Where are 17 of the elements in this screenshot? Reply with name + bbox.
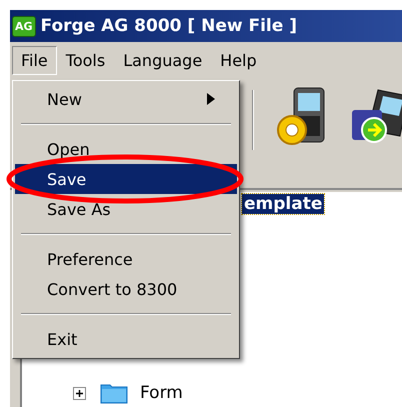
menu-bar-item[interactable]: File <box>12 46 57 74</box>
app-logo-icon: AG <box>12 16 36 36</box>
menu-bar-item[interactable]: Tools <box>56 46 114 74</box>
tree-item[interactable]: Form <box>140 383 183 403</box>
menu-item[interactable]: Save As <box>15 194 237 224</box>
tree-item[interactable]: emplate <box>242 194 324 214</box>
expand-icon[interactable] <box>73 386 86 400</box>
menu-item[interactable]: Exit <box>15 324 237 354</box>
window-title: Forge AG 8000 [ New File ] <box>40 16 297 36</box>
menu-bar-item[interactable]: Help <box>211 46 266 74</box>
menu-item[interactable]: Preference <box>15 244 237 274</box>
menu-item[interactable]: New <box>15 84 237 114</box>
menu-item[interactable]: Convert to 8300 <box>15 274 237 304</box>
folder-icon <box>100 382 128 404</box>
menu-bar-item[interactable]: Language <box>114 46 212 74</box>
menu-item[interactable]: Save <box>15 164 237 194</box>
menu-item[interactable]: Open <box>15 134 237 164</box>
